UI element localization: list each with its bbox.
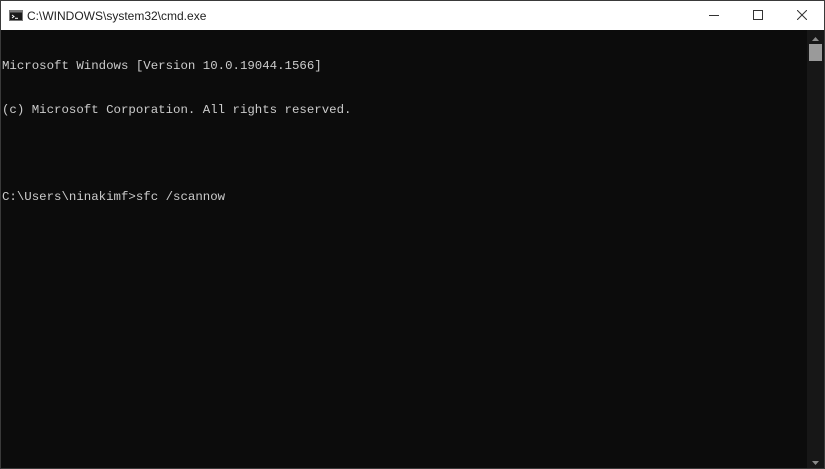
window-controls [692,1,824,30]
vertical-scrollbar[interactable] [807,30,824,468]
close-button[interactable] [780,1,824,30]
console-line-version: Microsoft Windows [Version 10.0.19044.15… [2,59,322,73]
console-line-blank [2,146,807,161]
close-icon [796,7,808,25]
maximize-icon [753,7,763,25]
cmd-icon [9,10,23,21]
minimize-button[interactable] [692,1,736,30]
maximize-button[interactable] [736,1,780,30]
title-bar[interactable]: C:\WINDOWS\system32\cmd.exe [1,1,824,30]
console-line-command[interactable]: C:\Users\ninakimf>sfc /scannow [2,190,807,205]
scroll-down-button[interactable] [807,454,824,468]
chevron-down-icon [812,452,819,468]
console-output[interactable]: Microsoft Windows [Version 10.0.19044.15… [1,30,807,468]
minimize-icon [709,7,719,25]
cmd-window: C:\WINDOWS\system32\cmd.exe Microsoft Wi… [0,0,825,469]
window-title: C:\WINDOWS\system32\cmd.exe [27,8,207,23]
console-line-copyright: (c) Microsoft Corporation. All rights re… [2,102,352,117]
scroll-thumb[interactable] [809,44,822,61]
scroll-up-button[interactable] [807,30,824,44]
